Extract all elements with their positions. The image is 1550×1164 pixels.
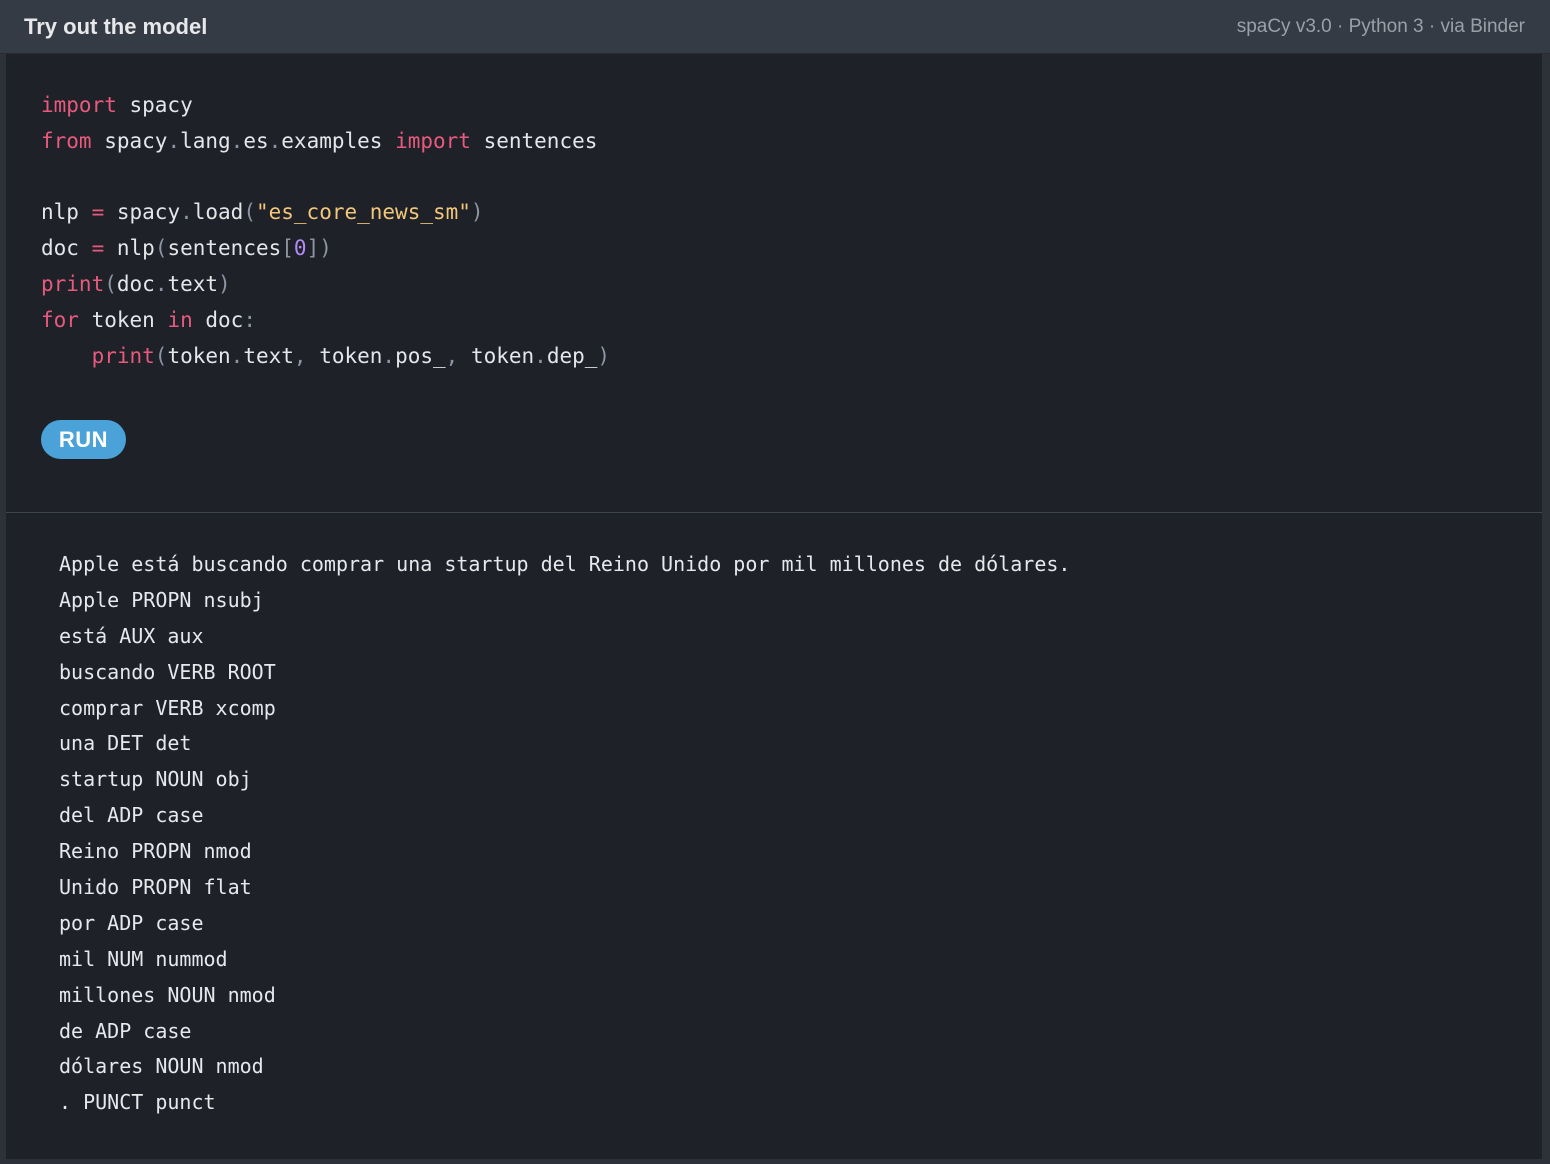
- code-token: .: [180, 200, 193, 225]
- code-token: load: [192, 200, 244, 225]
- code-token: doc: [116, 271, 155, 296]
- code-block[interactable]: import spacy from spacy.lang.es.examples …: [41, 88, 610, 374]
- code-token: print: [41, 271, 105, 296]
- code-token: .: [230, 128, 244, 153]
- code-token: .: [534, 343, 547, 368]
- output-line: del ADP case: [59, 803, 204, 828]
- code-line: for token in doc:: [41, 303, 610, 339]
- output-line: Reino PROPN nmod: [59, 839, 252, 864]
- output-line: una DET det: [59, 731, 192, 756]
- environment-info: spaCy v3.0 · Python 3 · via Binder: [1236, 16, 1525, 37]
- code-token: token: [470, 343, 535, 368]
- code-editor[interactable]: import spacy from spacy.lang.es.examples …: [6, 54, 1542, 513]
- code-token: (: [154, 236, 168, 261]
- output-line: de ADP case: [59, 1018, 192, 1043]
- run-button[interactable]: RUN: [41, 420, 126, 459]
- code-token: doc: [41, 236, 92, 261]
- output-panel: Apple está buscando comprar una startup …: [6, 513, 1542, 1159]
- code-token: .: [382, 343, 396, 368]
- output-line: está AUX aux: [59, 623, 204, 648]
- code-token: spacy: [91, 128, 168, 153]
- code-token: doc: [192, 307, 244, 332]
- code-token: ): [218, 271, 231, 296]
- code-token: ): [470, 200, 484, 225]
- code-token: pos_: [395, 343, 446, 368]
- code-token: text: [167, 271, 219, 296]
- code-token: text: [243, 343, 294, 368]
- code-token: ): [597, 343, 611, 368]
- code-line: print(token.text, token.pos_, token.dep_…: [41, 339, 610, 375]
- output-line: . PUNCT punct: [59, 1090, 216, 1115]
- code-token: (: [104, 271, 117, 296]
- code-token: token: [167, 343, 231, 368]
- output-line: startup NOUN obj: [59, 767, 252, 792]
- output-line: buscando VERB ROOT: [59, 659, 276, 684]
- code-token: examples: [281, 128, 396, 153]
- code-token: [: [281, 236, 294, 261]
- code-token: ]): [306, 236, 332, 261]
- code-token: ,: [293, 343, 320, 368]
- code-token: spacy: [116, 93, 193, 117]
- code-line: print(doc.text): [41, 267, 610, 303]
- code-line: doc = nlp(sentences[0]): [41, 231, 610, 267]
- code-token: sentences: [167, 236, 282, 261]
- code-token: nlp: [41, 200, 92, 225]
- output-line: Apple PROPN nsubj: [59, 587, 264, 612]
- code-token: nlp: [104, 236, 155, 261]
- output-line: millones NOUN nmod: [59, 982, 276, 1007]
- code-token: "es_core_news_sm": [255, 200, 471, 225]
- code-line: nlp = spacy.load("es_core_news_sm"): [41, 195, 610, 231]
- code-token: (: [243, 200, 256, 225]
- code-token: .: [230, 343, 244, 368]
- code-token: =: [91, 200, 105, 225]
- code-token: =: [91, 236, 105, 261]
- code-token: ,: [445, 343, 471, 368]
- code-token: from: [41, 128, 92, 153]
- output-line: por ADP case: [59, 910, 204, 935]
- code-token: for: [41, 307, 79, 332]
- output-line: Unido PROPN flat: [59, 875, 252, 900]
- output-line: comprar VERB xcomp: [59, 695, 276, 720]
- code-token: (: [154, 343, 168, 368]
- code-token: .: [268, 128, 282, 153]
- code-token: token: [319, 343, 383, 368]
- code-token: .: [154, 271, 168, 296]
- code-token: lang: [180, 128, 231, 153]
- code-widget: Try out the model spaCy v3.0 · Python 3 …: [0, 0, 1550, 1164]
- code-token: sentences: [470, 128, 598, 153]
- code-token: spacy: [104, 200, 181, 225]
- output-line: Apple está buscando comprar una startup …: [59, 552, 1071, 576]
- code-token: token: [78, 307, 168, 332]
- code-token: .: [167, 128, 181, 153]
- code-token: import: [41, 93, 117, 117]
- code-token: 0: [293, 236, 307, 261]
- code-line: from spacy.lang.es.examples import sente…: [41, 124, 610, 160]
- code-token: dep_: [546, 343, 598, 368]
- output-line: mil NUM nummod: [59, 946, 228, 971]
- widget-header: Try out the model spaCy v3.0 · Python 3 …: [0, 0, 1550, 54]
- code-token: in: [167, 307, 193, 332]
- code-token: print: [91, 343, 155, 368]
- output-text: Apple está buscando comprar una startup …: [59, 547, 1070, 1121]
- code-line: import spacy: [41, 88, 610, 124]
- code-token: es: [243, 128, 269, 153]
- widget-title: Try out the model: [24, 14, 208, 39]
- code-token: :: [243, 307, 256, 332]
- code-token: import: [395, 128, 471, 153]
- output-line: dólares NOUN nmod: [59, 1054, 264, 1079]
